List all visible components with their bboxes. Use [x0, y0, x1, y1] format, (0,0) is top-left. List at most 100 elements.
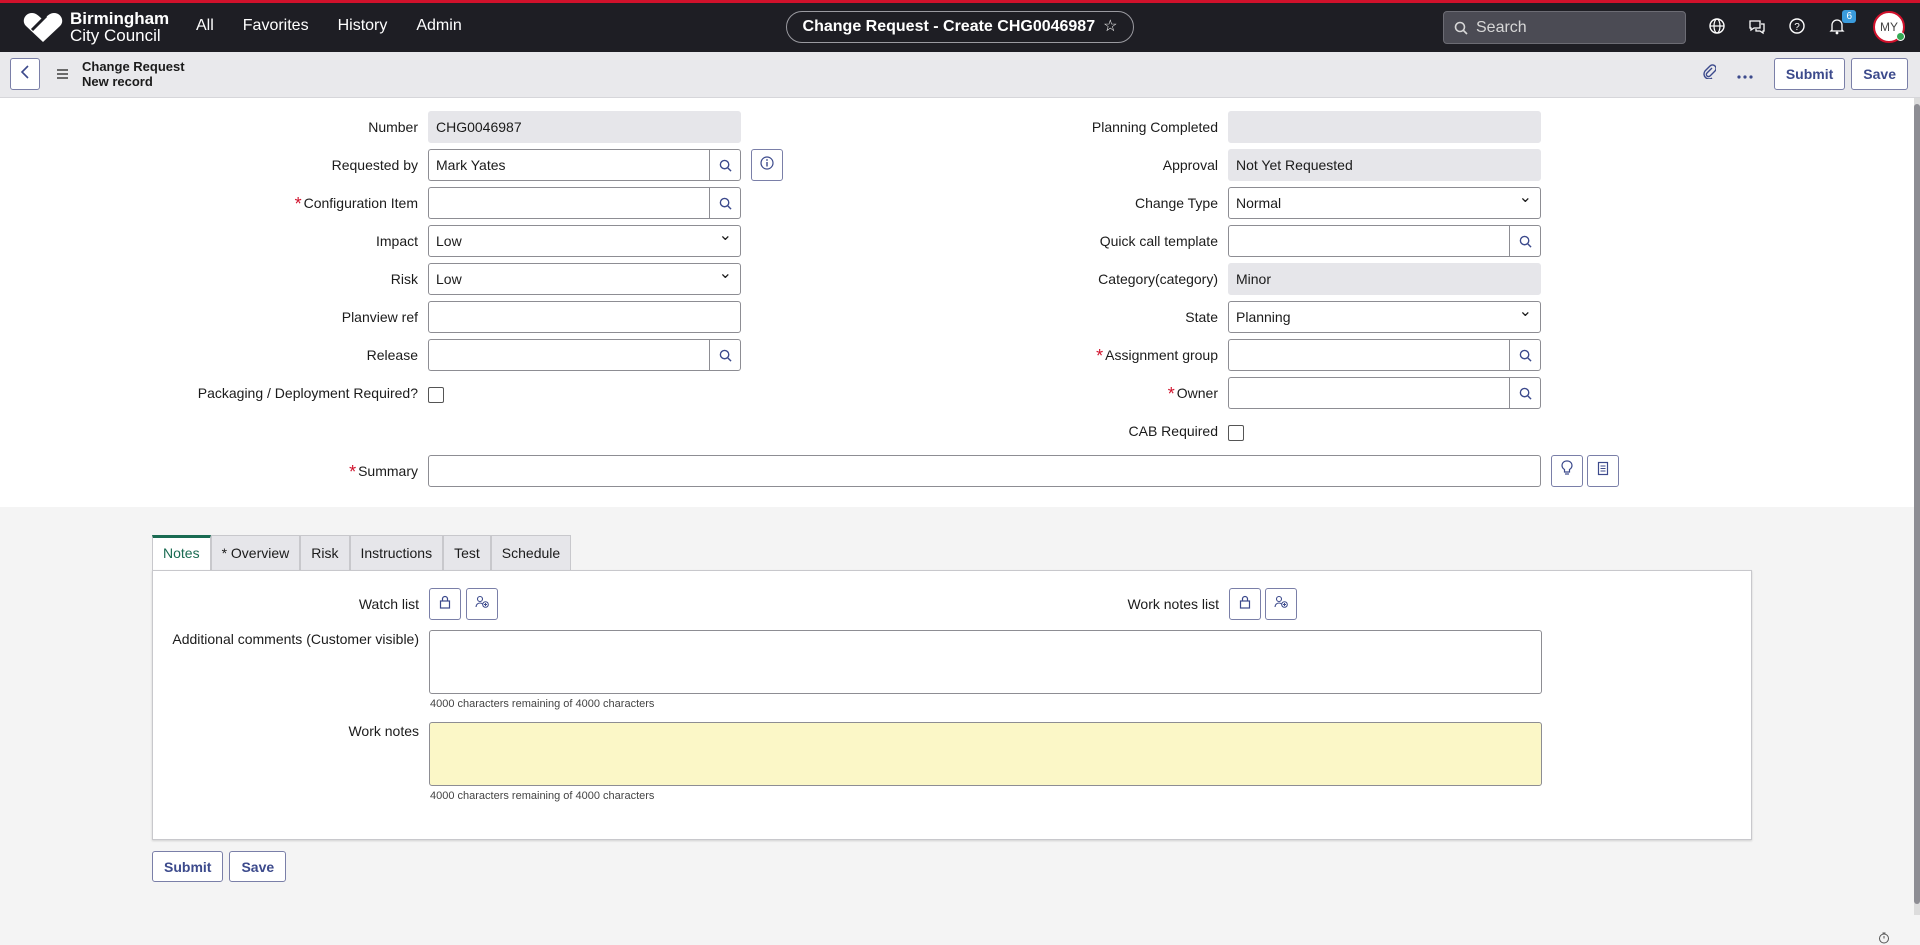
- top-navigation: Birmingham City Council All Favorites Hi…: [0, 0, 1920, 52]
- owner-input[interactable]: [1228, 377, 1509, 409]
- tab-instructions[interactable]: Instructions: [349, 535, 444, 570]
- release-input[interactable]: [428, 339, 709, 371]
- presence-status-dot: [1896, 32, 1905, 41]
- watch-list-label: Watch list: [358, 596, 419, 612]
- user-avatar[interactable]: MY: [1873, 11, 1905, 43]
- notifications-bell-icon[interactable]: 6: [1828, 10, 1856, 39]
- planview-ref-input[interactable]: [428, 301, 741, 333]
- additional-comments-label: Additional comments (Customer visible): [172, 631, 419, 647]
- planning-completed-label: Planning Completed: [1091, 119, 1218, 135]
- state-select[interactable]: Planning: [1228, 297, 1541, 333]
- record-header-bar: Change Request New record Submit Save: [0, 52, 1920, 98]
- nav-history[interactable]: History: [338, 17, 388, 35]
- release-label: Release: [366, 347, 418, 363]
- impact-label: Impact: [375, 233, 418, 249]
- tab-test[interactable]: Test: [443, 535, 491, 570]
- footer-save-button[interactable]: Save: [229, 851, 287, 882]
- summary-template-button[interactable]: [1587, 455, 1619, 487]
- requested-by-input[interactable]: Mark Yates: [428, 149, 709, 181]
- required-asterisk-icon: *: [1167, 384, 1175, 404]
- number-label: Number: [368, 119, 418, 135]
- search-icon: [1519, 387, 1532, 400]
- tab-overview[interactable]: * Overview: [210, 535, 301, 570]
- brand-line-1: Birmingham: [70, 9, 170, 28]
- lock-icon: [1239, 595, 1251, 609]
- work-notes-list-lock-button[interactable]: [1229, 588, 1261, 620]
- cab-required-checkbox[interactable]: [1228, 425, 1244, 441]
- global-search[interactable]: Search: [1443, 11, 1686, 44]
- category-label: Category(category): [1098, 271, 1218, 287]
- avatar-initials: MY: [1880, 20, 1898, 34]
- add-user-icon: [475, 595, 489, 608]
- tab-schedule[interactable]: Schedule: [490, 535, 572, 570]
- paperclip-icon[interactable]: [1696, 61, 1722, 87]
- notification-count-badge: 6: [1842, 10, 1856, 23]
- globe-icon[interactable]: [1708, 17, 1730, 39]
- search-icon: [719, 197, 732, 210]
- tab-risk[interactable]: Risk: [300, 535, 350, 570]
- context-title-pill[interactable]: Change Request - Create CHG0046987 ☆: [786, 11, 1134, 43]
- tab-notes[interactable]: Notes: [152, 535, 211, 571]
- footer-submit-button[interactable]: Submit: [152, 851, 224, 882]
- configuration-item-input[interactable]: [428, 187, 709, 219]
- packaging-checkbox[interactable]: [428, 387, 444, 403]
- form-section-tabs: Notes * Overview Risk Instructions Test …: [152, 535, 572, 571]
- nav-admin[interactable]: Admin: [416, 17, 461, 35]
- add-user-icon: [1274, 595, 1288, 608]
- requested-by-info-button[interactable]: [751, 149, 783, 181]
- work-notes-list-add-me-button[interactable]: [1265, 588, 1297, 620]
- search-icon: [1519, 349, 1532, 362]
- state-label: State: [1185, 309, 1218, 325]
- quick-call-template-lookup-button[interactable]: [1509, 225, 1541, 257]
- search-icon: [1454, 21, 1468, 35]
- owner-label: * Owner: [1167, 384, 1218, 404]
- heart-logo-icon: [23, 13, 63, 42]
- work-notes-char-count: 4000 characters remaining of 4000 charac…: [430, 790, 655, 802]
- required-asterisk-icon: *: [349, 462, 357, 482]
- approval-label: Approval: [1162, 157, 1218, 173]
- scrollbar-thumb[interactable]: [1914, 104, 1920, 904]
- assignment-group-label: * Assignment group: [1096, 346, 1218, 366]
- help-icon[interactable]: ?: [1788, 17, 1810, 39]
- category-field: Minor: [1228, 263, 1541, 295]
- header-save-button[interactable]: Save: [1851, 58, 1908, 90]
- record-type: Change Request: [82, 59, 185, 74]
- brand-line-2: City Council: [70, 26, 161, 45]
- owner-lookup-button[interactable]: [1509, 377, 1541, 409]
- summary-suggestion-button[interactable]: [1551, 455, 1583, 487]
- nav-all[interactable]: All: [196, 17, 214, 35]
- change-type-select[interactable]: Normal: [1228, 183, 1541, 219]
- required-asterisk-icon: *: [1096, 346, 1104, 366]
- brand-logo[interactable]: Birmingham City Council: [22, 10, 169, 44]
- release-lookup-button[interactable]: [709, 339, 741, 371]
- summary-label: * Summary: [349, 462, 418, 482]
- impact-select[interactable]: Low: [428, 221, 741, 257]
- search-icon: [719, 349, 732, 362]
- additional-comments-textarea[interactable]: [429, 630, 1542, 694]
- summary-input[interactable]: [428, 455, 1541, 487]
- approval-field: Not Yet Requested: [1228, 149, 1541, 181]
- work-notes-textarea[interactable]: [429, 722, 1542, 786]
- lock-icon: [439, 595, 451, 609]
- notes-tab-panel: Watch list Work notes list Additional co…: [152, 570, 1752, 840]
- star-icon[interactable]: ☆: [1103, 18, 1117, 35]
- hamburger-menu-icon[interactable]: [55, 67, 69, 83]
- chat-icon[interactable]: [1748, 17, 1770, 39]
- change-type-label: Change Type: [1134, 195, 1218, 211]
- risk-select[interactable]: Low: [428, 259, 741, 295]
- configuration-item-label: * Configuration Item: [294, 194, 418, 214]
- assignment-group-input[interactable]: [1228, 339, 1509, 371]
- watch-list-lock-button[interactable]: [429, 588, 461, 620]
- quick-call-template-input[interactable]: [1228, 225, 1509, 257]
- form-fields-section: Number CHG0046987 Requested by Mark Yate…: [0, 98, 1914, 507]
- page-scrollbar[interactable]: [1914, 98, 1920, 915]
- watch-list-add-me-button[interactable]: [466, 588, 498, 620]
- configuration-item-lookup-button[interactable]: [709, 187, 741, 219]
- back-button[interactable]: [10, 58, 40, 90]
- header-submit-button[interactable]: Submit: [1773, 58, 1846, 90]
- requested-by-lookup-button[interactable]: [709, 149, 741, 181]
- more-options-icon[interactable]: [1732, 61, 1758, 87]
- assignment-group-lookup-button[interactable]: [1509, 339, 1541, 371]
- info-icon: [760, 156, 774, 170]
- nav-favorites[interactable]: Favorites: [243, 17, 309, 35]
